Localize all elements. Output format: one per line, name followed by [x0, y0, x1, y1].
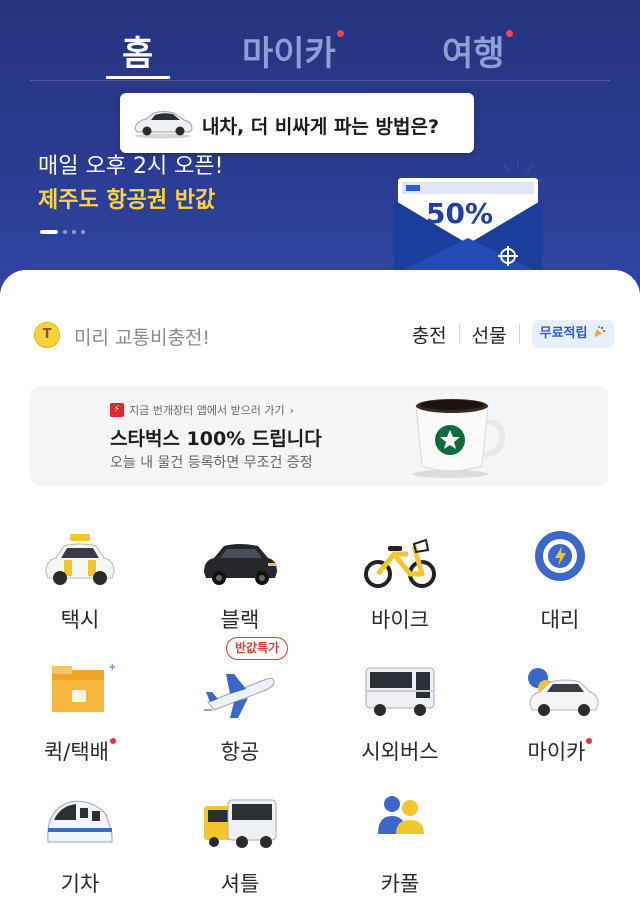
- shuttle-icon: [204, 799, 277, 848]
- service-intercity-bus[interactable]: 시외버스: [320, 662, 480, 782]
- new-dot: [505, 30, 513, 37]
- ad-card[interactable]: ⚡ 지금 번개장터 앱에서 받으러 가기 › 스타벅스 100% 드립니다 오늘…: [30, 386, 608, 486]
- banner-highlight[interactable]: 제주도 항공권 반값: [38, 182, 215, 214]
- bus-icon: [365, 667, 435, 716]
- top-tab-bar: 홈 마이카 여행: [0, 0, 640, 82]
- service-label: 시외버스: [361, 740, 439, 764]
- service-driver[interactable]: 대리: [480, 530, 640, 650]
- charge-prompt[interactable]: 미리 교통비충전!: [74, 323, 210, 350]
- pager-dot-active: [40, 230, 58, 234]
- ad-source: ⚡ 지금 번개장터 앱에서 받으러 가기 ›: [110, 402, 294, 418]
- service-carpool[interactable]: 카풀: [320, 794, 480, 908]
- service-label: 기차: [60, 872, 100, 896]
- charge-button[interactable]: 충전: [400, 321, 459, 348]
- lightning-icon: ⚡: [110, 403, 124, 417]
- service-flight[interactable]: 항공: [160, 662, 320, 782]
- tab-home[interactable]: 홈: [122, 26, 153, 75]
- bike-icon: [364, 538, 436, 588]
- new-dot: [586, 738, 593, 744]
- pager-dot: [81, 230, 85, 234]
- black-car-icon: [204, 544, 277, 585]
- service-black[interactable]: 블랙: [160, 530, 320, 650]
- free-points-button[interactable]: 무료적립: [531, 320, 614, 348]
- charge-actions: 충전 선물 무료적립: [400, 318, 614, 350]
- service-shuttle[interactable]: 셔틀: [160, 794, 320, 908]
- service-label: 마이카: [480, 736, 640, 766]
- tab-travel[interactable]: 여행: [442, 26, 513, 75]
- coffee-cup-icon: [412, 399, 506, 478]
- svg-text:+: +: [108, 662, 116, 673]
- parcel-box-icon: +: [52, 662, 116, 712]
- carpool-icon: [378, 796, 424, 834]
- airplane-icon: [204, 674, 275, 718]
- service-parcel[interactable]: + 퀵/택배: [0, 662, 160, 782]
- service-label: 카풀: [380, 872, 420, 896]
- tab-mycar[interactable]: 마이카: [242, 26, 344, 75]
- chevron-right-icon: ›: [289, 403, 295, 417]
- half-price-tag: 반값특가: [226, 637, 289, 660]
- promo-bubble[interactable]: 내차, 더 비싸게 파는 방법은?: [120, 93, 474, 153]
- divider: [30, 80, 610, 81]
- taxi-icon: [45, 534, 115, 585]
- pager-dot: [72, 230, 76, 234]
- train-icon: [47, 800, 113, 843]
- service-taxi[interactable]: 택시: [0, 530, 160, 650]
- divider: [518, 324, 520, 344]
- service-label: 택시: [60, 608, 100, 632]
- banner-pager: [40, 230, 85, 234]
- promo-text: 내차, 더 비싸게 파는 방법은?: [202, 116, 439, 138]
- service-label: 항공: [220, 740, 260, 764]
- ad-subtitle: 오늘 내 물건 등록하면 무조건 증정: [110, 455, 313, 471]
- steering-wheel-icon: [535, 531, 585, 581]
- new-dot: [336, 30, 344, 37]
- service-mycar[interactable]: 마이카: [480, 662, 640, 782]
- new-dot: [110, 738, 117, 744]
- car-icon: [134, 111, 193, 139]
- coin-icon: T: [34, 322, 60, 348]
- service-label: 대리: [540, 608, 580, 632]
- transit-charge-row: T 미리 교통비충전! 충전 선물 무료적립: [34, 318, 614, 350]
- my-car-icon: [528, 668, 599, 716]
- service-label: 셔틀: [220, 872, 260, 896]
- ad-title: 스타벅스 100% 드립니다: [110, 428, 322, 450]
- service-label: 블랙: [220, 608, 260, 632]
- service-label: 바이크: [371, 608, 429, 632]
- envelope-coupon-icon[interactable]: 50%: [388, 160, 548, 282]
- service-train[interactable]: 기차: [0, 794, 160, 908]
- pager-dot: [63, 230, 67, 234]
- service-label: 퀵/택배: [0, 736, 160, 766]
- active-tab-indicator: [106, 76, 170, 79]
- top-banner-area: 홈 마이카 여행 매일 오후 2시 오픈! 제주도 항공권 반값 50% 내차,…: [0, 0, 640, 300]
- service-bike[interactable]: 바이크: [320, 530, 480, 650]
- party-popper-icon: [594, 326, 605, 337]
- gift-button[interactable]: 선물: [460, 321, 519, 348]
